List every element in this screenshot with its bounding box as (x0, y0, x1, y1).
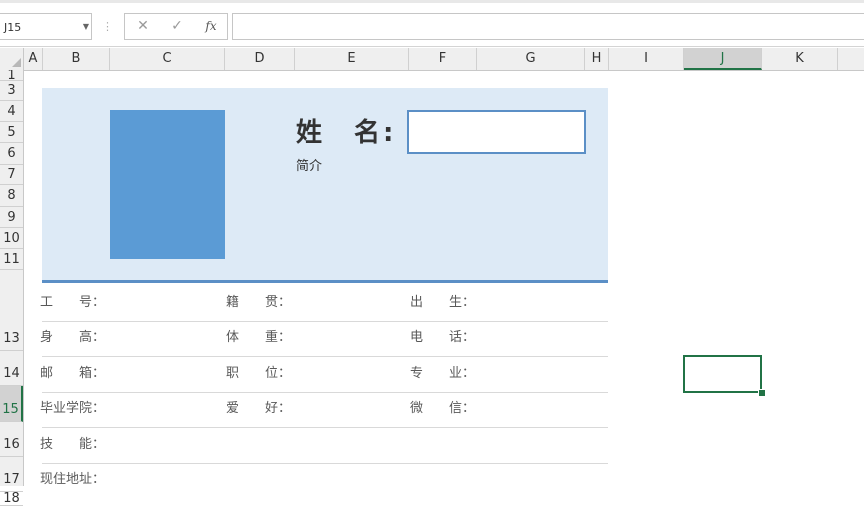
field-label: 职 位： (226, 366, 292, 381)
field-label: 毕业学院： (40, 401, 106, 416)
field-label: 工 号： (40, 295, 106, 310)
row-separator (42, 321, 608, 322)
field-label: 技 能： (40, 437, 106, 452)
info-fields: 工 号： 籍 贯： 出 生： 身 高： 体 重： 电 话： 邮 箱： 职 位： 专 业： 毕业学院… (0, 0, 864, 487)
row-header-18[interactable]: 18 (0, 492, 23, 506)
field-label: 专 业： (410, 366, 476, 381)
field-label: 微 信： (410, 401, 476, 416)
field-label: 电 话： (410, 330, 476, 345)
row-separator (42, 463, 608, 464)
row-separator (42, 427, 608, 428)
field-label: 体 重： (226, 330, 292, 345)
field-label: 现住地址： (40, 472, 106, 487)
row-separator (42, 392, 608, 393)
fill-handle[interactable] (758, 389, 766, 397)
field-label: 籍 贯： (226, 295, 292, 310)
field-label: 身 高： (40, 330, 106, 345)
field-label: 出 生： (410, 295, 476, 310)
selected-cell-J15[interactable] (683, 355, 762, 393)
row-separator (42, 356, 608, 357)
field-label: 爱 好： (226, 401, 292, 416)
field-label: 邮 箱： (40, 366, 106, 381)
